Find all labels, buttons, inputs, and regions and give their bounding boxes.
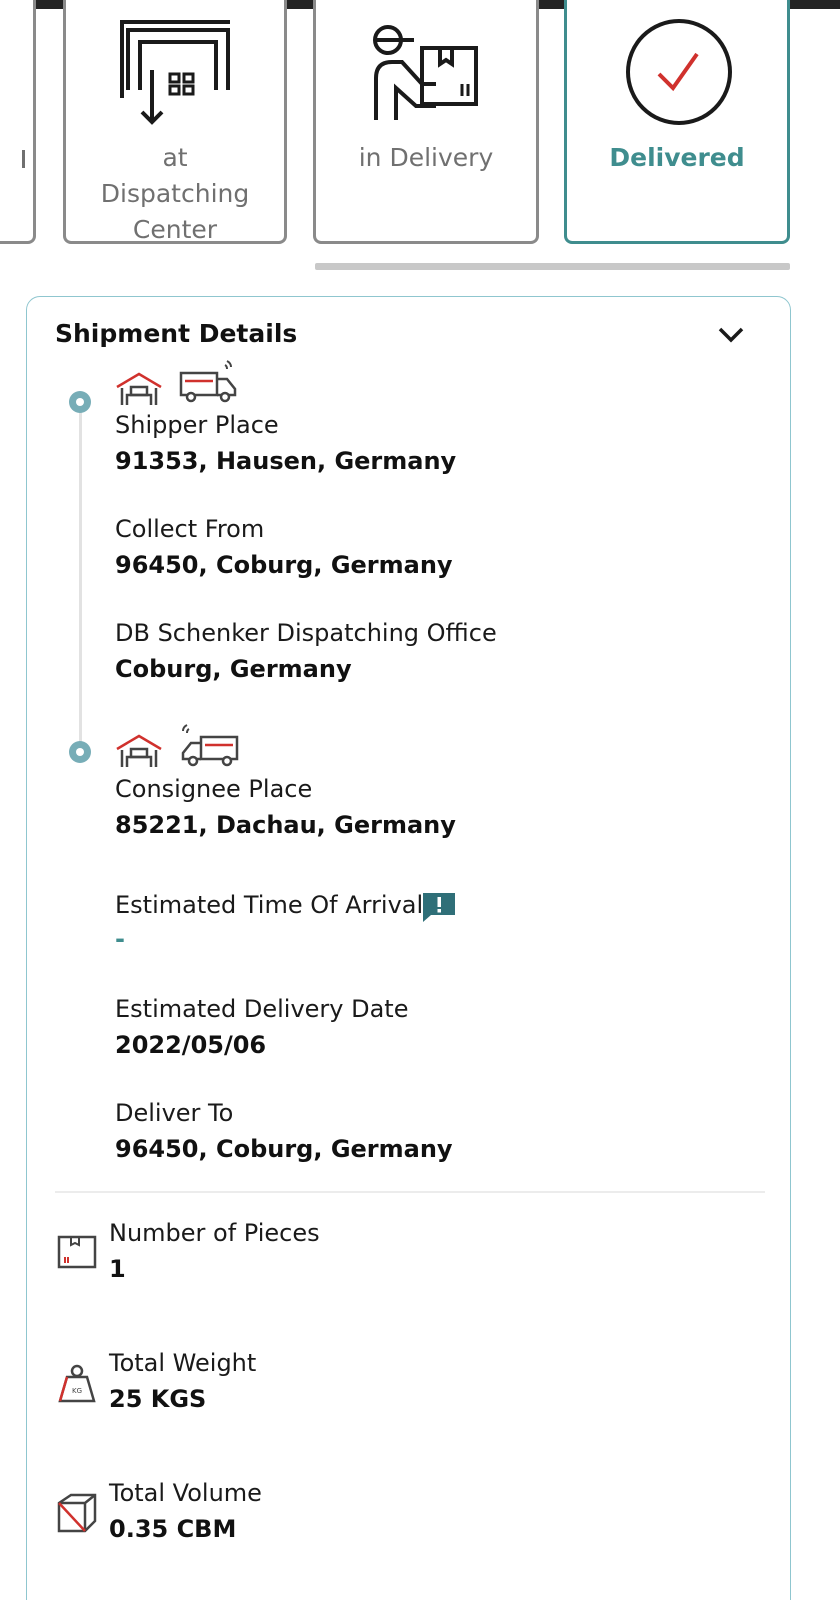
warehouse-dispatch-icon (120, 20, 230, 125)
status-card-delivered[interactable]: Delivered (564, 0, 790, 244)
dispatching-office-value: Coburg, Germany (115, 655, 352, 683)
package-icon (57, 1235, 97, 1269)
svg-text:KG: KG (72, 1387, 82, 1395)
total-weight-value: 25 KGS (109, 1385, 207, 1413)
status-label-dispatching-center: at Dispatching Center (100, 143, 250, 244)
estimated-delivery-date-value: 2022/05/06 (115, 1031, 267, 1059)
timeline-line (79, 403, 82, 749)
checkmark-circle-icon (626, 19, 732, 125)
status-card-previous[interactable] (0, 0, 36, 244)
info-alert-icon[interactable] (421, 891, 457, 923)
warehouse-icon (116, 734, 162, 767)
eta-value: - (115, 925, 125, 953)
status-card-in-delivery[interactable]: in Delivery (313, 0, 539, 244)
consignee-place-label: Consignee Place (115, 775, 313, 803)
total-volume-value: 0.35 CBM (109, 1515, 237, 1543)
estimated-delivery-date-label: Estimated Delivery Date (115, 995, 409, 1023)
timeline-dot-origin (69, 391, 91, 413)
dispatching-office-label: DB Schenker Dispatching Office (115, 619, 497, 647)
number-of-pieces-label: Number of Pieces (109, 1219, 320, 1247)
weight-icon: KG (58, 1364, 96, 1403)
delivery-person-icon (373, 25, 478, 120)
consignee-place-value: 85221, Dachau, Germany (115, 811, 456, 839)
timeline-dot-destination (69, 741, 91, 763)
warehouse-icon (116, 372, 162, 405)
number-of-pieces-value: 1 (109, 1255, 126, 1283)
status-label-in-delivery: in Delivery (358, 143, 494, 172)
chevron-down-icon[interactable] (717, 325, 745, 345)
deliver-to-value: 96450, Coburg, Germany (115, 1135, 453, 1163)
shipper-place-label: Shipper Place (115, 411, 279, 439)
status-label-delivered: Delivered (609, 143, 745, 172)
truck-icon (181, 724, 239, 767)
eta-label: Estimated Time Of Arrival (115, 891, 424, 919)
total-weight-label: Total Weight (109, 1349, 257, 1377)
section-divider (55, 1191, 765, 1193)
volume-cube-icon (57, 1493, 97, 1533)
status-card-dispatching-center[interactable]: at Dispatching Center (63, 0, 287, 244)
collect-from-value: 96450, Coburg, Germany (115, 551, 453, 579)
partial-card-text-fragment (22, 150, 25, 168)
total-volume-label: Total Volume (109, 1479, 262, 1507)
deliver-to-label: Deliver To (115, 1099, 234, 1127)
truck-icon (179, 360, 237, 403)
shipment-details-title: Shipment Details (55, 319, 298, 348)
shipper-place-value: 91353, Hausen, Germany (115, 447, 457, 475)
collect-from-label: Collect From (115, 515, 265, 543)
status-scroll-indicator[interactable] (315, 263, 790, 270)
shipment-details-panel: Shipment Details Shipper Place 91353, Ha… (26, 296, 791, 1600)
